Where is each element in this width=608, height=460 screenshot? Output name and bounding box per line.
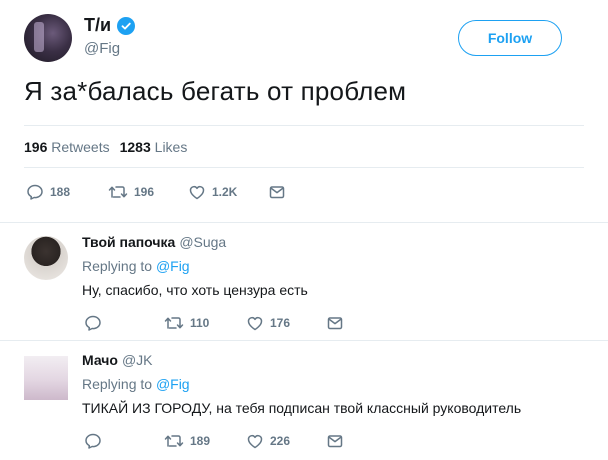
retweet-action[interactable]: 196 (108, 183, 154, 201)
retweet-action[interactable]: 110 (164, 314, 209, 332)
like-icon (247, 435, 263, 449)
reply-author[interactable]: Мачо @JK (82, 352, 153, 368)
reply-avatar[interactable] (24, 356, 68, 400)
like-icon (247, 317, 263, 331)
reply-text: Ну, спасибо, что хоть цензура есть (82, 282, 308, 298)
direct-message-icon (269, 186, 285, 199)
reply-author-name: Твой папочка (82, 234, 176, 250)
replying-to: Replying to @Fig (82, 376, 190, 392)
retweets-stat[interactable]: 196 Retweets (24, 139, 110, 155)
retweet-count: 110 (190, 316, 210, 330)
direct-message-action[interactable] (326, 314, 344, 332)
retweet-count: 189 (190, 434, 211, 448)
reply-count: 188 (50, 185, 71, 199)
reply-icon (85, 433, 101, 449)
direct-message-action[interactable] (268, 183, 286, 201)
like-count: 176 (270, 316, 291, 330)
replying-to-link[interactable]: @Fig (156, 258, 190, 274)
tweet-stats: 196 Retweets 1283 Likes (24, 139, 187, 155)
like-action[interactable]: 226 (246, 432, 290, 450)
divider (0, 222, 608, 223)
reply-avatar[interactable] (24, 236, 68, 280)
divider (24, 167, 584, 168)
reply-author[interactable]: Твой папочка @Suga (82, 234, 226, 250)
reply-icon (27, 184, 43, 200)
author-name: Т/и (84, 15, 112, 35)
retweet-action[interactable]: 189 (164, 432, 210, 450)
like-icon (189, 186, 205, 200)
replying-to-link[interactable]: @Fig (156, 376, 190, 392)
follow-button[interactable]: Follow (458, 20, 562, 56)
reply-author-handle: @Suga (179, 234, 227, 250)
direct-message-icon (327, 317, 343, 330)
tweet-actions: 188 196 1.2K (24, 183, 584, 203)
reply-icon (85, 315, 101, 331)
reply-action[interactable] (84, 314, 102, 332)
author-avatar[interactable] (24, 14, 72, 62)
retweet-count: 196 (134, 185, 155, 199)
reply-author-name: Мачо (82, 352, 118, 368)
retweet-icon (164, 317, 184, 329)
tweet-text: Я за*балась бегать от проблем (24, 76, 407, 106)
reply-actions: 110 176 (84, 314, 584, 334)
like-count: 1.2K (212, 185, 238, 199)
retweet-icon (108, 186, 128, 198)
reply-action[interactable] (84, 432, 102, 450)
divider (0, 340, 608, 341)
reply-actions: 189 226 (84, 432, 584, 452)
author-handle: @Fig (84, 40, 121, 57)
verified-badge-icon (117, 16, 136, 35)
likes-stat[interactable]: 1283 Likes (120, 139, 188, 155)
direct-message-icon (327, 435, 343, 448)
like-action[interactable]: 176 (246, 314, 290, 332)
retweet-icon (164, 435, 184, 447)
reply-action[interactable]: 188 (26, 183, 70, 201)
author-name-row[interactable]: Т/и (84, 15, 136, 36)
replying-to: Replying to @Fig (82, 258, 190, 274)
like-count: 226 (270, 434, 291, 448)
like-action[interactable]: 1.2K (188, 183, 237, 201)
divider (24, 125, 584, 126)
reply-author-handle: @JK (121, 352, 153, 368)
reply-text: ТИКАЙ ИЗ ГОРОДУ, на тебя подписан твой к… (82, 400, 522, 416)
direct-message-action[interactable] (326, 432, 344, 450)
